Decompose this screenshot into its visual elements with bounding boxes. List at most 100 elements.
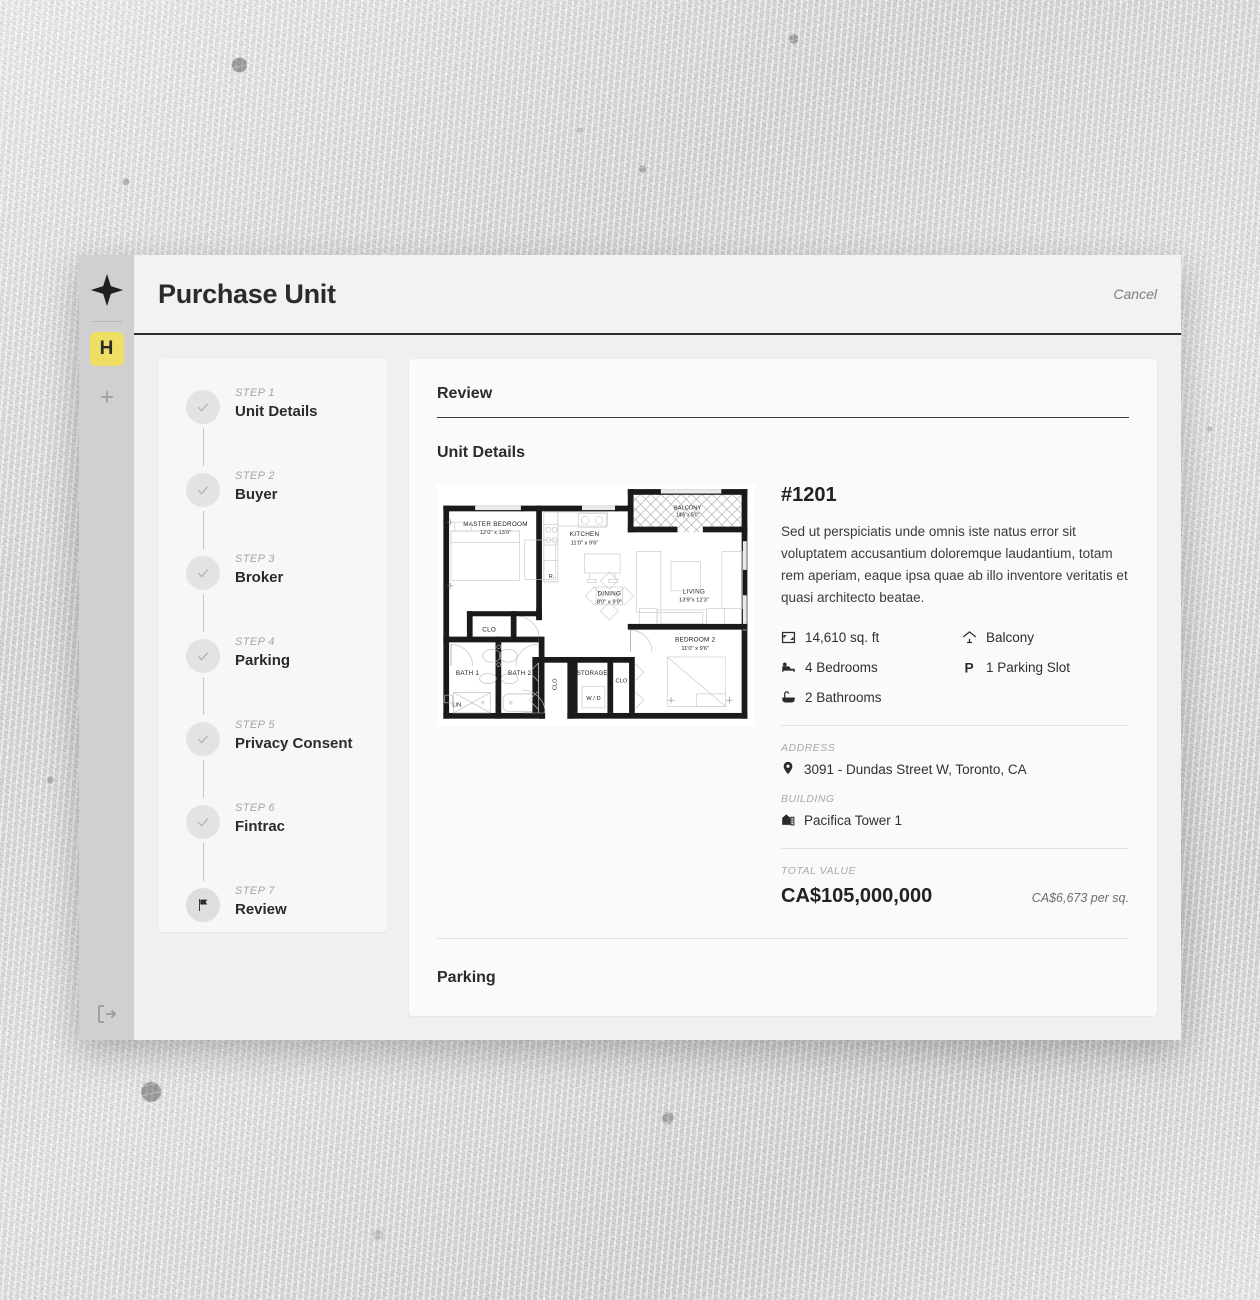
- svg-text:13'9"x 12'3": 13'9"x 12'3": [679, 598, 709, 604]
- step-bullet: [186, 390, 220, 424]
- step-privacy-consent[interactable]: STEP 5 Privacy Consent: [158, 719, 387, 756]
- step-broker[interactable]: STEP 3 Broker: [158, 553, 387, 590]
- building-kicker: BUILDING: [781, 793, 835, 806]
- feature-bedrooms: 4 Bedrooms: [781, 660, 948, 675]
- address-value: 3091 - Dundas Street W, Toronto, CA: [804, 761, 1027, 777]
- svg-text:CLO: CLO: [553, 678, 559, 690]
- address-value-row: 3091 - Dundas Street W, Toronto, CA: [781, 761, 1129, 777]
- bed-icon: [781, 660, 796, 675]
- plus-icon[interactable]: [90, 380, 124, 414]
- floorplan-image: BALCONY 14'6"x 5'0" MASTER BEDROOM 12'0"…: [437, 484, 755, 908]
- feature-divider: [781, 725, 1129, 727]
- svg-text:KITCHEN: KITCHEN: [570, 531, 600, 538]
- rail-divider: [91, 321, 122, 322]
- value-divider: [781, 848, 1129, 850]
- parking-title: Parking: [437, 969, 496, 987]
- feature-label: 2 Bathrooms: [805, 690, 882, 706]
- step-unit-details[interactable]: STEP 1 Unit Details: [158, 387, 387, 424]
- svg-text:CLO: CLO: [482, 627, 496, 634]
- step-label: Unit Details: [235, 403, 318, 421]
- step-parking[interactable]: STEP 4 Parking: [158, 636, 387, 673]
- logout-icon[interactable]: [94, 1002, 120, 1028]
- check-icon: [197, 735, 209, 744]
- building-field: BUILDING Pacifica Tower 1: [781, 793, 1129, 828]
- step-kicker: STEP 5: [235, 719, 275, 731]
- unit-info: #1201 Sed ut perspiciatis unde omnis ist…: [781, 484, 1129, 908]
- step-connector: [203, 843, 204, 881]
- feature-label: Balcony: [986, 630, 1035, 646]
- step-kicker: STEP 4: [235, 636, 275, 648]
- step-label: Privacy Consent: [235, 735, 353, 753]
- step-connector: [203, 594, 204, 632]
- step-label: Parking: [235, 652, 291, 670]
- step-fintrac[interactable]: STEP 6 Fintrac: [158, 802, 387, 839]
- purchase-unit-window: H Purchase Unit Cancel STEP 1 Unit Detai…: [79, 255, 1181, 1040]
- building-value: Pacifica Tower 1: [804, 812, 903, 828]
- wizard-stepper: STEP 1 Unit Details STEP 2 Buyer STEP 3 …: [158, 359, 387, 932]
- feature-parking: P 1 Parking Slot: [962, 660, 1129, 676]
- svg-text:8'0" x 9'9": 8'0" x 9'9": [597, 600, 622, 606]
- step-label: Fintrac: [235, 818, 286, 836]
- total-value: CA$105,000,000: [781, 885, 933, 908]
- svg-text:LIVING: LIVING: [683, 588, 705, 595]
- review-underline: [437, 417, 1129, 418]
- svg-text:14'6"x 5'0": 14'6"x 5'0": [676, 512, 700, 518]
- unit-description: Sed ut perspiciatis unde omnis iste natu…: [781, 524, 1128, 605]
- svg-text:DINING: DINING: [597, 590, 621, 597]
- page-title: Purchase Unit: [158, 278, 336, 309]
- parking-icon: P: [962, 660, 977, 676]
- step-review[interactable]: STEP 7 Review: [158, 885, 387, 922]
- step-connector: [203, 511, 204, 549]
- step-bullet: [186, 639, 220, 673]
- feature-balcony: Balcony: [962, 630, 1129, 645]
- step-connector: [203, 428, 204, 466]
- feature-label: 14,610 sq. ft: [805, 630, 880, 646]
- step-label: Broker: [235, 569, 284, 587]
- balcony-icon: [962, 630, 977, 645]
- cancel-link[interactable]: Cancel: [1113, 286, 1157, 302]
- svg-text:LIN.: LIN.: [452, 703, 463, 709]
- price-per-sq: CA$6,673 per sq.: [1031, 891, 1129, 906]
- svg-text:BALCONY: BALCONY: [674, 505, 702, 511]
- check-icon: [197, 569, 209, 578]
- step-kicker: STEP 1: [235, 387, 275, 399]
- step-connector: [203, 760, 204, 798]
- svg-text:BATH 1: BATH 1: [456, 670, 479, 677]
- total-value-kicker: TOTAL VALUE: [781, 865, 856, 878]
- bath-icon: [781, 690, 796, 705]
- check-icon: [197, 486, 209, 495]
- svg-text:CLO: CLO: [616, 678, 628, 684]
- workspace-badge[interactable]: H: [89, 332, 124, 366]
- app-shell: Purchase Unit Cancel STEP 1 Unit Details: [134, 255, 1181, 1040]
- top-bar: Purchase Unit Cancel: [134, 255, 1181, 335]
- svg-text:11'0" x 9'6": 11'0" x 9'6": [681, 646, 709, 652]
- map-pin-icon: [781, 761, 795, 777]
- step-label: Buyer: [235, 486, 278, 504]
- step-kicker: STEP 6: [235, 802, 275, 814]
- step-bullet: [186, 888, 220, 922]
- unit-feature-grid: 14,610 sq. ft Balcony 4 Bedrooms P 1 Par…: [781, 630, 1129, 705]
- unit-details-title: Unit Details: [437, 444, 526, 461]
- step-bullet: [186, 722, 220, 756]
- svg-text:R.: R.: [549, 574, 555, 580]
- step-buyer[interactable]: STEP 2 Buyer: [158, 470, 387, 507]
- review-title: Review: [437, 385, 493, 402]
- flag-icon: [199, 899, 208, 911]
- parking-divider: [437, 938, 1129, 940]
- total-value-row: CA$105,000,000 CA$6,673 per sq.: [781, 885, 1129, 908]
- building-icon: [781, 812, 795, 828]
- feature-bathrooms: 2 Bathrooms: [781, 690, 948, 705]
- address-field: ADDRESS 3091 - Dundas Street W, Toronto,…: [781, 742, 1129, 777]
- step-label: Review: [235, 901, 287, 919]
- unit-details-row: BALCONY 14'6"x 5'0" MASTER BEDROOM 12'0"…: [437, 484, 1129, 908]
- step-connector: [203, 677, 204, 715]
- total-value-field: TOTAL VALUE CA$105,000,000 CA$6,673 per …: [781, 865, 1129, 908]
- svg-text:STORAGE: STORAGE: [577, 671, 608, 677]
- building-value-row: Pacifica Tower 1: [781, 812, 1129, 828]
- workspace-badge-label: H: [99, 338, 114, 359]
- step-bullet: [186, 556, 220, 590]
- diamond-star-logo-icon[interactable]: [90, 273, 124, 307]
- check-icon: [197, 403, 209, 412]
- check-icon: [197, 652, 209, 661]
- step-bullet: [186, 473, 220, 507]
